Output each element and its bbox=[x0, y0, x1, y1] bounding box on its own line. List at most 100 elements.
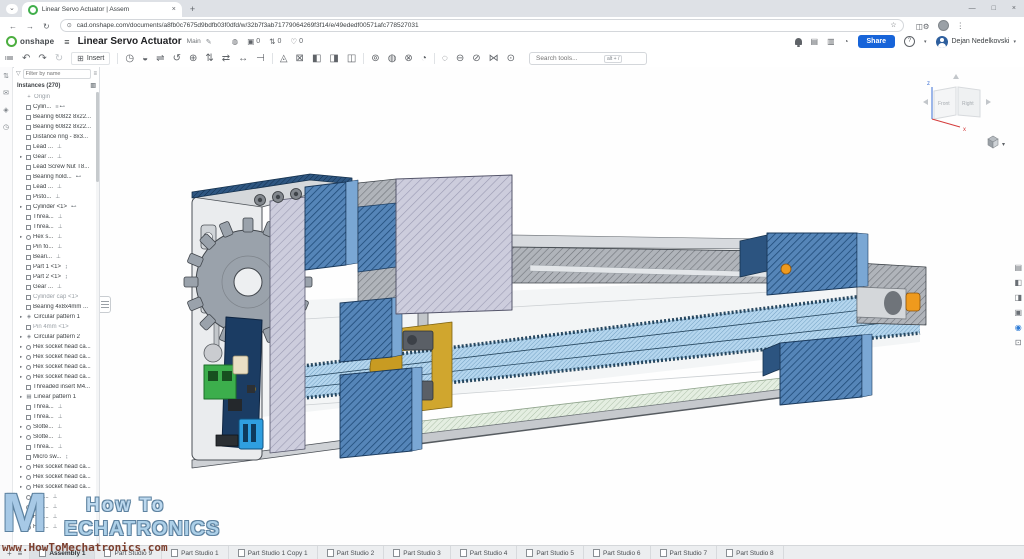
instance-row[interactable]: Distance ring - 8x3... bbox=[14, 132, 96, 142]
instance-row[interactable]: ▸Cylinder <1>⊷ bbox=[14, 202, 96, 212]
browser-profile-avatar[interactable] bbox=[938, 20, 949, 31]
instance-row[interactable]: Lead ...⊥ bbox=[14, 142, 96, 152]
filter-icon[interactable]: ▽ bbox=[16, 70, 21, 77]
rotate-left-icon[interactable] bbox=[923, 99, 928, 105]
instance-row[interactable]: ▸Slotte...⊥ bbox=[14, 422, 96, 432]
instance-row[interactable]: ▸Hex s...⊥ bbox=[14, 232, 96, 242]
share-button[interactable]: Share bbox=[858, 35, 895, 48]
onshape-logo[interactable]: onshape bbox=[6, 36, 54, 47]
instance-row[interactable]: ▸Hex socket head ca... bbox=[14, 352, 96, 362]
named-views-icon[interactable]: ⊙ bbox=[503, 51, 519, 67]
rotate-up-icon[interactable] bbox=[953, 74, 959, 79]
swap-icon[interactable]: ⇄ bbox=[218, 51, 234, 67]
view-menu-caret-icon[interactable]: ▾ bbox=[1002, 142, 1005, 148]
edit-title-icon[interactable]: ✎ bbox=[206, 38, 212, 46]
likes-count[interactable]: ♡0 bbox=[290, 37, 303, 46]
relation-icon[interactable]: ⇌ bbox=[152, 51, 168, 67]
side-panel-icon[interactable]: ◫ bbox=[916, 22, 923, 31]
instance-row[interactable]: ▸Gear ...⊥ bbox=[14, 152, 96, 162]
expand-chevron-icon[interactable]: ▸ bbox=[20, 394, 24, 400]
instance-row[interactable]: Threa...⊥ bbox=[14, 212, 96, 222]
group-mate-icon[interactable]: ◒ bbox=[138, 51, 152, 67]
settings-icon[interactable]: ◔ bbox=[844, 37, 849, 46]
instance-row[interactable]: +Origin bbox=[14, 92, 96, 102]
tab-search-icon[interactable]: ⌄ bbox=[6, 4, 18, 14]
expand-chevron-icon[interactable]: ▸ bbox=[20, 204, 24, 210]
instance-row[interactable]: Threa...⊥ bbox=[14, 412, 96, 422]
insert-button[interactable]: ⊞ Insert bbox=[71, 52, 110, 65]
element-tab[interactable]: Assembly 1 bbox=[30, 546, 95, 559]
render-panel-icon[interactable]: ◉ bbox=[1015, 323, 1022, 332]
mate-icon[interactable]: ◷ bbox=[121, 51, 138, 67]
instance-row[interactable]: Bearing hold...⊷ bbox=[14, 172, 96, 182]
instance-row[interactable]: Pin fo...⊥ bbox=[14, 242, 96, 252]
maximize-icon[interactable]: □ bbox=[984, 0, 1004, 17]
move-icon[interactable]: ↔ bbox=[234, 51, 252, 67]
configuration-panel-icon[interactable]: ▣ bbox=[1014, 308, 1022, 317]
translate-icon[interactable]: ⇅ bbox=[201, 51, 217, 67]
tab-close-icon[interactable]: × bbox=[172, 6, 176, 13]
main-menu-icon[interactable]: ≡ bbox=[64, 37, 69, 47]
instance-row[interactable]: Cylinder cap <1> bbox=[14, 292, 96, 302]
expand-chevron-icon[interactable]: ▸ bbox=[20, 354, 24, 360]
instance-row[interactable]: Lead ...⊥ bbox=[14, 182, 96, 192]
copies-count[interactable]: ▣0 bbox=[247, 37, 260, 46]
explode-icon[interactable]: ⊠ bbox=[292, 51, 308, 67]
history-icon[interactable]: ◷ bbox=[3, 123, 9, 131]
pattern-icon[interactable]: ◬ bbox=[276, 51, 292, 67]
element-tab[interactable]: Part Studio 9 bbox=[95, 546, 162, 559]
section-icon[interactable]: ◧ bbox=[308, 51, 325, 67]
workspace-label[interactable]: Main bbox=[187, 38, 201, 45]
tool-search[interactable]: alt + / bbox=[529, 52, 647, 65]
element-tab[interactable]: Part Studio 6 bbox=[584, 546, 651, 559]
element-tab[interactable]: Part Studio 8 bbox=[717, 546, 784, 559]
element-tab[interactable]: Part Studio 2 bbox=[318, 546, 385, 559]
instance-row[interactable]: Threaded insert M4... bbox=[14, 382, 96, 392]
expand-chevron-icon[interactable]: ▸ bbox=[20, 484, 24, 490]
redo-icon[interactable]: ↷ bbox=[34, 51, 50, 67]
instance-row[interactable]: ▸Hex socket head ca... bbox=[14, 462, 96, 472]
instance-row[interactable]: Pisto...⊥ bbox=[14, 192, 96, 202]
element-tab[interactable]: Part Studio 3 bbox=[384, 546, 451, 559]
expand-chevron-icon[interactable]: ▸ bbox=[20, 364, 24, 370]
instance-row[interactable]: Bearing 608zz 8x22... bbox=[14, 112, 96, 122]
address-bar[interactable]: ⊙ cad.onshape.com/documents/a8fb0c7675d9… bbox=[60, 19, 904, 32]
isolate-icon[interactable]: ⊘ bbox=[468, 51, 484, 67]
instance-row[interactable]: ▸◈Circular pattern 1 bbox=[14, 312, 96, 322]
comments-icon[interactable]: ✉ bbox=[3, 89, 9, 97]
expand-chevron-icon[interactable]: ▸ bbox=[20, 344, 24, 350]
instance-row[interactable]: ▸Hex socket head ca... bbox=[14, 342, 96, 352]
element-tab[interactable]: Part Studio 7 bbox=[651, 546, 718, 559]
new-tab-icon[interactable]: + bbox=[190, 4, 195, 14]
instance-row[interactable]: Hex...⊥ bbox=[14, 502, 96, 512]
extensions-icon[interactable]: ⚙ bbox=[923, 22, 930, 31]
instance-row[interactable]: ▸Slotte...⊥ bbox=[14, 432, 96, 442]
element-tab[interactable]: Part Studio 4 bbox=[451, 546, 518, 559]
section-panel-icon[interactable]: ◧ bbox=[1014, 278, 1022, 287]
expand-chevron-icon[interactable]: ▸ bbox=[20, 374, 24, 380]
instance-row[interactable]: Bearing 608zz 8x22... bbox=[14, 122, 96, 132]
tab-list-icon[interactable]: ≡ bbox=[18, 549, 23, 558]
expand-chevron-icon[interactable]: ▸ bbox=[20, 434, 24, 440]
notifications-icon[interactable] bbox=[795, 38, 802, 45]
instance-row[interactable]: ▸Hex socket head ca... bbox=[14, 362, 96, 372]
display-icon[interactable]: ◫ bbox=[343, 51, 360, 67]
instance-row[interactable]: Threa...⊥ bbox=[14, 442, 96, 452]
instance-row[interactable]: Threa...⊥ bbox=[14, 402, 96, 412]
appearance-icon[interactable]: ◨ bbox=[325, 51, 342, 67]
interference-icon[interactable]: ⊗ bbox=[400, 51, 416, 67]
hide-icon[interactable]: ⊖ bbox=[452, 51, 468, 67]
instance-row[interactable]: Hex...⊥ bbox=[14, 522, 96, 532]
panel-scrollbar[interactable] bbox=[96, 92, 99, 545]
help-panel-icon[interactable]: ⊡ bbox=[1015, 338, 1022, 347]
panel-resize-handle[interactable] bbox=[100, 296, 111, 313]
minimize-icon[interactable]: — bbox=[961, 0, 984, 17]
instance-row[interactable]: ▸Hex socket head ca... bbox=[14, 372, 96, 382]
close-icon[interactable]: × bbox=[1004, 0, 1024, 17]
model-tree-icon[interactable]: ⇅ bbox=[3, 72, 9, 80]
sync-icon[interactable]: ↻ bbox=[51, 51, 67, 67]
tool-search-input[interactable] bbox=[534, 54, 600, 63]
instance-row[interactable]: ▸Hex socket head ca... bbox=[14, 472, 96, 482]
expand-chevron-icon[interactable]: ▸ bbox=[20, 314, 24, 320]
instance-row[interactable]: Gear ...⊥ bbox=[14, 282, 96, 292]
